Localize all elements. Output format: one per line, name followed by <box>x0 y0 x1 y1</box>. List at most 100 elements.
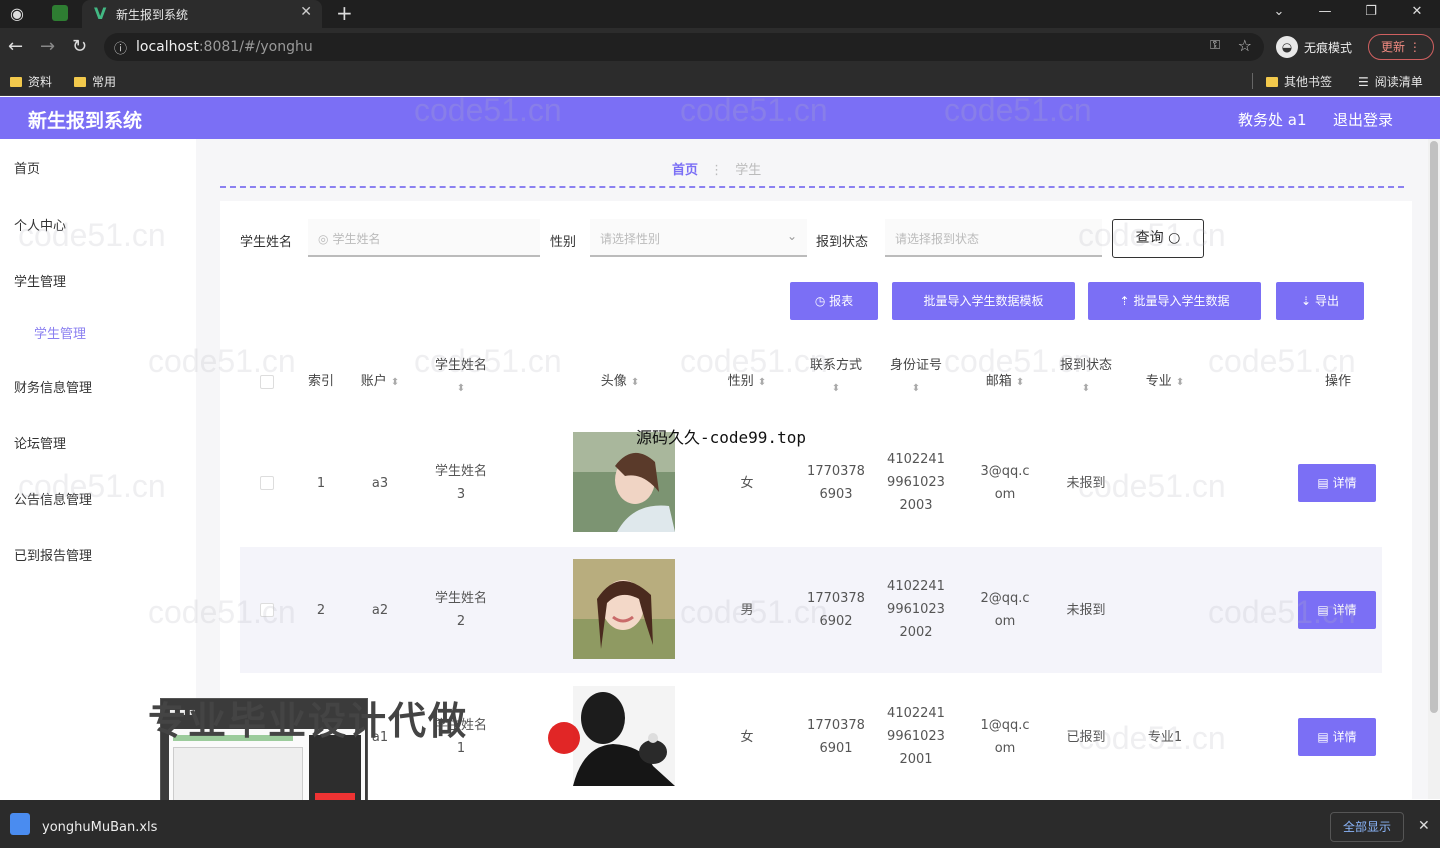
export-button[interactable]: ⇣ 导出 <box>1276 282 1364 320</box>
bookmark-folder[interactable]: 资料 <box>10 73 52 90</box>
col-gender[interactable]: 性别 ⬍ <box>712 371 782 394</box>
col-idcard[interactable]: 身份证号 ⬍ <box>876 355 956 400</box>
back-icon[interactable]: ← <box>8 36 23 57</box>
search-icon: ○ <box>1168 230 1181 246</box>
reading-list[interactable]: ☰ 阅读清单 <box>1358 73 1423 90</box>
cell-idcard: 4102241 9961023 2002 <box>887 579 945 640</box>
cursor-highlight <box>548 722 580 754</box>
tab-title: 新生报到系统 <box>116 8 189 22</box>
browser-tab[interactable]: V 新生报到系统 ✕ <box>82 0 322 28</box>
sort-icon[interactable]: ⬍ <box>1176 377 1184 388</box>
page-scrollbar[interactable] <box>1428 139 1440 799</box>
col-name[interactable]: 学生姓名 ⬍ <box>416 355 506 400</box>
browser-menu-icon[interactable]: ◉ <box>10 4 32 24</box>
detail-button[interactable]: ▤ 详情 <box>1298 464 1376 502</box>
reading-list-icon: ☰ <box>1358 74 1369 89</box>
sort-icon[interactable]: ⬍ <box>457 383 465 394</box>
profile-button[interactable]: ◒ 无痕模式 <box>1276 36 1352 58</box>
app-title: 新生报到系统 <box>28 110 143 132</box>
sidebar-item-finance[interactable]: 财务信息管理 <box>14 377 92 396</box>
col-ops: 操作 <box>1324 374 1351 389</box>
download-bar: yonghuMuBan.xls 全部显示 ✕ <box>0 800 1440 848</box>
sidebar-item-reported[interactable]: 已到报告管理 <box>14 545 92 564</box>
select-all-checkbox[interactable] <box>260 375 274 389</box>
sort-icon[interactable]: ⬍ <box>391 377 399 388</box>
cell-idcard: 4102241 9961023 2001 <box>887 706 945 767</box>
sort-icon[interactable]: ⬍ <box>631 377 639 388</box>
detail-button[interactable]: ▤ 详情 <box>1298 718 1376 756</box>
show-all-downloads-button[interactable]: 全部显示 <box>1330 812 1404 842</box>
row-checkbox[interactable] <box>260 603 274 617</box>
logout-link[interactable]: 退出登录 <box>1333 109 1393 130</box>
col-account[interactable]: 账户 ⬍ <box>350 371 410 394</box>
bookmark-star-icon[interactable]: ☆ <box>1238 36 1252 55</box>
browser-tab-bar: ◉ V 新生报到系统 ✕ + ⌄ — ❐ ✕ <box>0 0 1440 28</box>
gender-select[interactable]: 请选择性别 ⌄ <box>590 219 807 257</box>
profile-label: 无痕模式 <box>1304 40 1353 55</box>
other-bookmarks[interactable]: 其他书签 <box>1266 73 1332 90</box>
gender-filter-label: 性别 <box>550 235 577 250</box>
status-select[interactable]: 请选择报到状态 <box>885 219 1102 257</box>
update-button[interactable]: 更新 ⋮ <box>1368 34 1434 60</box>
incognito-icon: ◒ <box>1276 36 1298 58</box>
restore-icon[interactable]: ❐ <box>1348 0 1394 28</box>
breadcrumb-current: 学生 <box>735 163 762 178</box>
cell-phone: 1770378 6901 <box>807 718 865 756</box>
cell-index: 1 <box>316 476 326 491</box>
pinned-tab-icon[interactable] <box>52 5 68 21</box>
url-field[interactable]: ⓘ localhost:8081/#/yonghu ⚿ ☆ <box>104 33 1264 61</box>
sidebar-item-profile[interactable]: 个人中心 <box>14 215 66 234</box>
col-avatar[interactable]: 头像 ⬍ <box>560 371 680 394</box>
col-status[interactable]: 报到状态 ⬍ <box>1046 355 1126 400</box>
row-checkbox[interactable] <box>260 476 274 490</box>
cell-email: 3@qq.c om <box>980 464 1030 502</box>
minimize-icon[interactable]: — <box>1302 0 1348 28</box>
key-icon[interactable]: ⚿ <box>1210 38 1220 53</box>
download-bar-close-icon[interactable]: ✕ <box>1418 818 1430 834</box>
sort-icon[interactable]: ⬍ <box>1082 383 1090 394</box>
new-tab-icon[interactable]: + <box>336 1 353 25</box>
sidebar-subitem-students[interactable]: 学生管理 <box>34 323 86 342</box>
sort-icon[interactable]: ⬍ <box>1016 377 1024 388</box>
table-row[interactable]: 2 a2 学生姓名 2 男 1770378 6902 4102241 9961023 2… <box>240 547 1382 673</box>
bookmark-folder[interactable]: 常用 <box>74 73 116 90</box>
col-major[interactable]: 专业 ⬍ <box>1120 371 1210 394</box>
name-search-input[interactable]: ◎ 学生姓名 <box>308 219 540 257</box>
import-template-button[interactable]: 批量导入学生数据模板 <box>892 282 1075 320</box>
sidebar-item-notices[interactable]: 公告信息管理 <box>14 489 92 508</box>
download-file-name[interactable]: yonghuMuBan.xls <box>42 820 157 835</box>
scrollbar-thumb[interactable] <box>1430 141 1438 713</box>
vue-favicon-icon: V <box>94 4 107 23</box>
folder-icon <box>74 76 86 87</box>
cell-index: 2 <box>316 603 326 618</box>
query-button[interactable]: 查询 ○ <box>1112 219 1204 258</box>
breadcrumb-home[interactable]: 首页 <box>672 163 698 178</box>
sort-icon[interactable]: ⬍ <box>832 383 840 394</box>
forward-icon[interactable]: → <box>40 36 55 57</box>
tab-search-icon[interactable]: ⌄ <box>1256 0 1302 28</box>
sidebar-item-home[interactable]: 首页 <box>14 158 40 177</box>
document-icon: ▤ <box>1317 603 1329 617</box>
cell-gender: 女 <box>740 730 754 745</box>
cell-gender: 女 <box>740 476 754 491</box>
sort-icon[interactable]: ⬍ <box>758 377 766 388</box>
sidebar-item-students[interactable]: 学生管理 <box>14 271 66 290</box>
cell-major: 专业1 <box>1147 730 1183 745</box>
sort-icon[interactable]: ⬍ <box>912 383 920 394</box>
app-header: 新生报到系统 教务处 a1 退出登录 <box>0 97 1440 139</box>
report-button[interactable]: ◷ 报表 <box>790 282 878 320</box>
reload-icon[interactable]: ↻ <box>72 36 87 57</box>
col-phone[interactable]: 联系方式 ⬍ <box>796 355 876 400</box>
col-index[interactable]: 索引 <box>296 371 346 393</box>
cell-status: 未报到 <box>1066 603 1106 618</box>
detail-button[interactable]: ▤ 详情 <box>1298 591 1376 629</box>
window-close-icon[interactable]: ✕ <box>1394 0 1440 28</box>
sidebar-item-forum[interactable]: 论坛管理 <box>14 433 66 452</box>
promo-text: 专业毕业设计代做 <box>148 699 469 743</box>
batch-import-button[interactable]: ⇡ 批量导入学生数据 <box>1088 282 1261 320</box>
site-info-icon[interactable]: ⓘ <box>114 38 127 57</box>
tab-close-icon[interactable]: ✕ <box>300 4 312 20</box>
table-row[interactable]: 1 a3 学生姓名 3 女 1770378 6903 4102241 9961023 2… <box>240 420 1382 546</box>
col-email[interactable]: 邮箱 ⬍ <box>960 371 1050 394</box>
address-bar-row: ← → ↻ ⓘ localhost:8081/#/yonghu ⚿ ☆ ◒ 无痕… <box>0 28 1440 66</box>
